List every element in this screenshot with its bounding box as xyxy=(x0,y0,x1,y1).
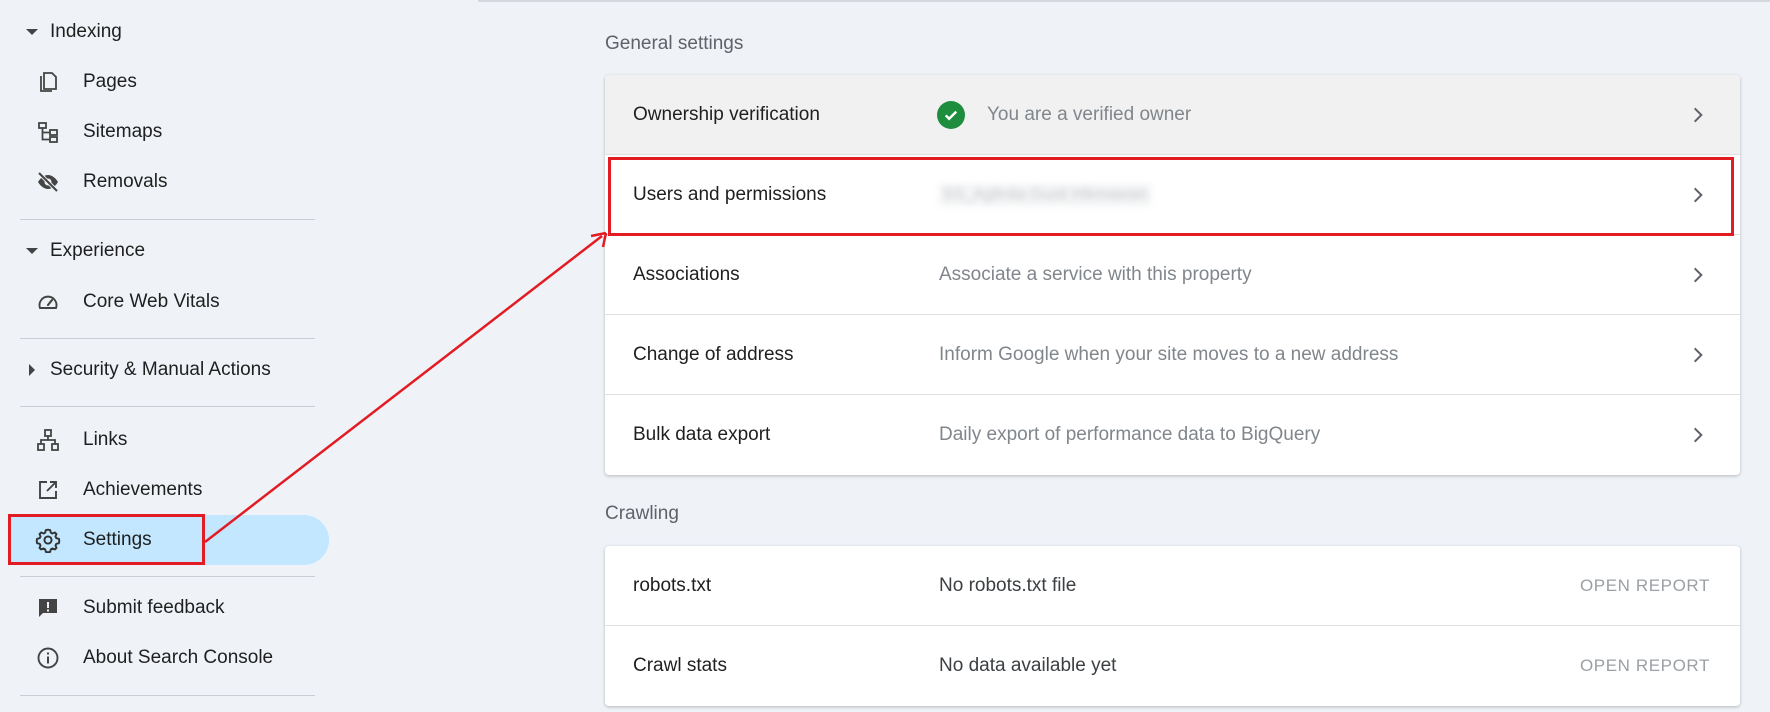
row-value: No data available yet xyxy=(939,655,1117,676)
sidebar-divider xyxy=(20,695,315,696)
general-settings-card: Ownership verification You are a verifie… xyxy=(605,75,1740,475)
sidebar-item-pages[interactable]: Pages xyxy=(8,57,329,107)
users-permissions-highlight-box xyxy=(608,157,1734,236)
section-experience[interactable]: Experience xyxy=(0,231,320,271)
sidebar-item-label: Pages xyxy=(83,71,137,92)
settings-row-ownership-verification[interactable]: Ownership verification You are a verifie… xyxy=(605,75,1740,155)
row-label: Bulk data export xyxy=(633,424,771,445)
row-label: Change of address xyxy=(633,343,794,365)
check-circle-icon xyxy=(937,100,965,129)
links-icon xyxy=(30,422,66,458)
settings-highlight-box xyxy=(8,514,205,565)
eye-off-icon xyxy=(30,164,66,200)
info-icon xyxy=(30,640,66,676)
sidebar-item-label: Removals xyxy=(83,171,168,192)
row-label: Ownership verification xyxy=(633,103,820,125)
speedometer-icon xyxy=(30,284,66,320)
crawling-card: robots.txt No robots.txt file OPEN REPOR… xyxy=(605,546,1740,706)
row-value: No robots.txt file xyxy=(939,574,1077,596)
row-label: Crawl stats xyxy=(633,655,727,676)
sidebar-item-label: Submit feedback xyxy=(83,597,225,618)
row-label: Associations xyxy=(633,263,740,285)
row-value-text: You are a verified owner xyxy=(987,103,1192,125)
sidebar-item-achievements[interactable]: Achievements xyxy=(8,465,329,515)
row-value: You are a verified owner xyxy=(937,100,1192,129)
sitemap-icon xyxy=(30,114,66,150)
sidebar-divider xyxy=(20,219,315,220)
settings-row-bulk-data-export[interactable]: Bulk data export Daily export of perform… xyxy=(605,395,1740,475)
crawling-title: Crawling xyxy=(605,503,679,524)
top-divider xyxy=(478,0,1770,2)
chevron-right-icon xyxy=(1688,345,1708,371)
sidebar-item-links[interactable]: Links xyxy=(8,415,329,465)
sidebar-divider xyxy=(20,338,315,339)
section-security-manual-actions[interactable]: Security & Manual Actions xyxy=(0,350,320,390)
section-indexing[interactable]: Indexing xyxy=(0,12,320,52)
external-link-icon xyxy=(30,472,66,508)
chevron-right-icon xyxy=(1688,105,1708,131)
sidebar-item-about-search-console[interactable]: About Search Console xyxy=(8,633,329,683)
chevron-right-icon xyxy=(1688,425,1708,451)
sidebar-item-sitemaps[interactable]: Sitemaps xyxy=(8,107,329,157)
chevron-right-icon xyxy=(1688,265,1708,291)
row-value: Inform Google when your site moves to a … xyxy=(939,343,1399,365)
sidebar-item-removals[interactable]: Removals xyxy=(8,157,329,207)
caret-down-icon xyxy=(0,29,50,35)
row-label: robots.txt xyxy=(633,574,712,596)
caret-right-icon xyxy=(0,364,50,376)
sidebar-divider xyxy=(20,576,315,577)
pages-icon xyxy=(30,64,66,100)
open-report-button[interactable]: OPEN REPORT xyxy=(1580,656,1710,676)
sidebar-item-label: About Search Console xyxy=(83,647,274,668)
sidebar-item-core-web-vitals[interactable]: Core Web Vitals xyxy=(8,277,329,327)
sidebar-item-submit-feedback[interactable]: Submit feedback xyxy=(8,583,329,633)
open-report-button[interactable]: OPEN REPORT xyxy=(1580,576,1710,596)
section-label: Experience xyxy=(50,240,146,261)
crawling-row-robots-txt: robots.txt No robots.txt file OPEN REPOR… xyxy=(605,546,1740,626)
row-value: Associate a service with this property xyxy=(939,263,1252,285)
general-settings-title: General settings xyxy=(605,33,744,54)
row-value: Daily export of performance data to BigQ… xyxy=(939,424,1321,445)
sidebar-item-label: Sitemaps xyxy=(83,121,163,142)
settings-row-associations[interactable]: Associations Associate a service with th… xyxy=(605,235,1740,315)
crawling-row-crawl-stats: Crawl stats No data available yet OPEN R… xyxy=(605,626,1740,706)
sidebar-divider xyxy=(20,406,315,407)
feedback-icon xyxy=(30,590,66,626)
sidebar-item-label: Links xyxy=(83,429,128,450)
sidebar-item-label: Achievements xyxy=(83,479,203,500)
settings-row-change-of-address[interactable]: Change of address Inform Google when you… xyxy=(605,315,1740,395)
section-label: Security & Manual Actions xyxy=(50,359,271,380)
caret-down-icon xyxy=(0,248,50,254)
section-label: Indexing xyxy=(50,21,122,42)
sidebar-item-label: Core Web Vitals xyxy=(83,291,220,312)
sidebar: Indexing Pages Sitemaps Removals Experie… xyxy=(0,0,340,712)
